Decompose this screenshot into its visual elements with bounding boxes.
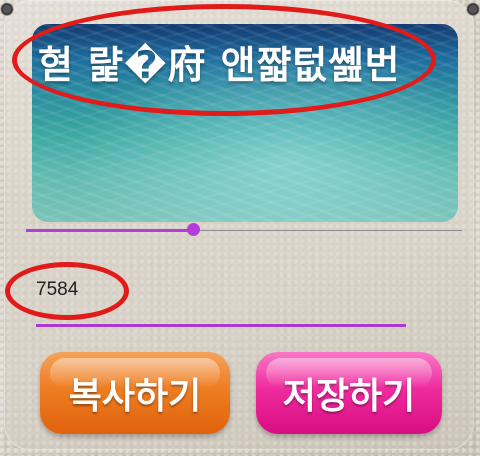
slider-thumb[interactable] <box>187 223 200 236</box>
corner-pin-icon <box>0 2 14 20</box>
annotation-circle-title <box>12 4 436 116</box>
save-button[interactable]: 저장하기 <box>256 352 442 434</box>
corner-pin-icon <box>466 2 480 20</box>
save-button-label: 저장하기 <box>282 376 416 417</box>
annotation-circle-value <box>5 262 129 320</box>
slider-track-empty[interactable] <box>194 230 462 231</box>
value-field-underline <box>36 324 406 327</box>
copy-button[interactable]: 복사하기 <box>40 352 230 434</box>
slider-track-filled[interactable] <box>26 229 194 232</box>
copy-button-label: 복사하기 <box>68 376 202 417</box>
